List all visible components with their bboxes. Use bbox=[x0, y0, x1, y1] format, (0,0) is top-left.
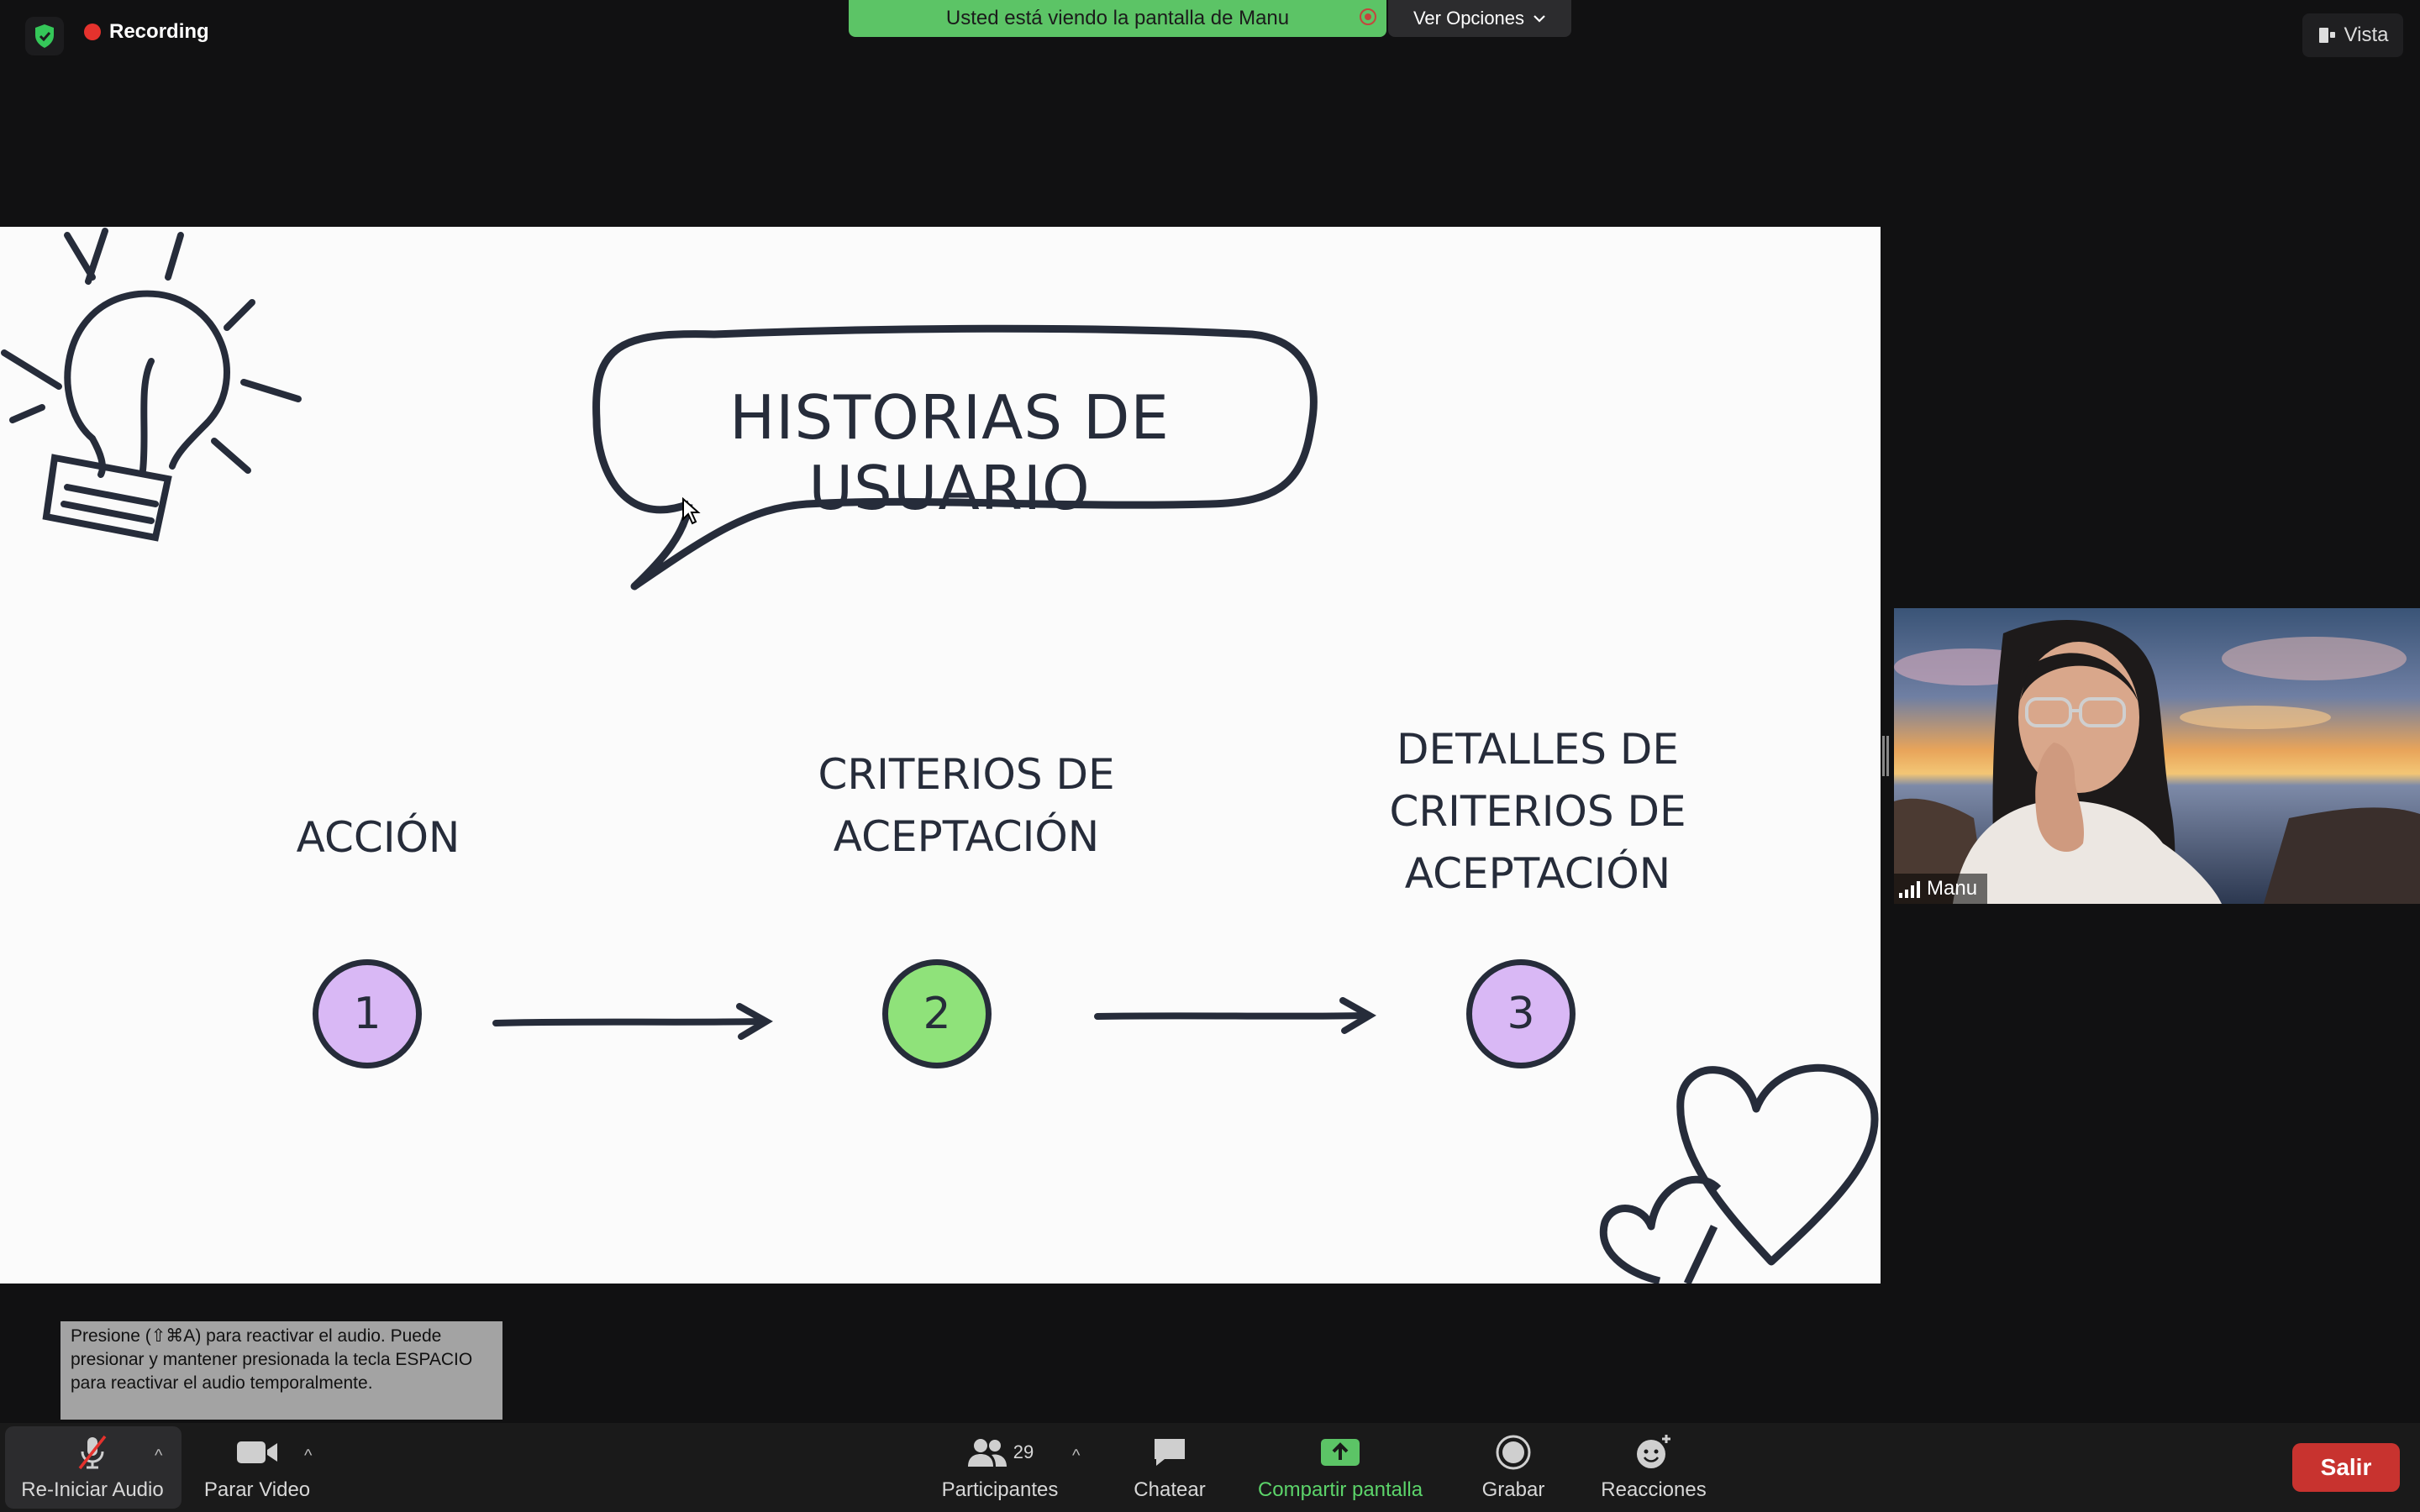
layout-view-icon bbox=[2318, 28, 2335, 43]
hearts-icon bbox=[1599, 1063, 1879, 1284]
chevron-down-icon bbox=[1534, 15, 1545, 23]
arrow-2-to-3 bbox=[1094, 997, 1376, 1034]
step-1-label: ACCIÓN bbox=[296, 813, 460, 862]
stop-indicator-icon[interactable] bbox=[1360, 8, 1376, 25]
share-screen-button[interactable]: Compartir pantalla bbox=[1244, 1423, 1437, 1512]
record-icon bbox=[1495, 1433, 1532, 1472]
step-2-number: 2 bbox=[882, 959, 992, 1068]
view-options-label: Ver Opciones bbox=[1413, 8, 1525, 29]
record-label: Grabar bbox=[1481, 1478, 1545, 1501]
unmute-hint-tooltip: Presione (⇧⌘A) para reactivar el audio. … bbox=[60, 1321, 502, 1420]
video-options-caret-icon[interactable]: ^ bbox=[304, 1446, 312, 1466]
participant-video-feed bbox=[1894, 608, 2420, 904]
video-camera-icon bbox=[235, 1433, 279, 1472]
stop-video-button[interactable]: Parar Video bbox=[188, 1423, 326, 1512]
audio-options-caret-icon[interactable]: ^ bbox=[155, 1446, 162, 1466]
mouse-cursor-icon bbox=[682, 497, 701, 525]
security-shield-icon[interactable] bbox=[25, 17, 64, 55]
reactions-button[interactable]: Reacciones bbox=[1588, 1423, 1719, 1512]
video-label: Parar Video bbox=[203, 1478, 311, 1501]
meeting-toolbar: Re-Iniciar Audio ^ Parar Video ^ 29 Part… bbox=[0, 1423, 2420, 1512]
share-screen-icon bbox=[1319, 1433, 1361, 1472]
leave-meeting-button[interactable]: Salir bbox=[2292, 1443, 2400, 1492]
step-2-label: CRITERIOS DE ACEPTACIÓN bbox=[818, 750, 1115, 861]
participants-options-caret-icon[interactable]: ^ bbox=[1072, 1446, 1080, 1466]
share-screen-label: Compartir pantalla bbox=[1257, 1478, 1423, 1501]
participants-label: Participantes bbox=[941, 1478, 1059, 1501]
step-3-label: DETALLES DE CRITERIOS DE ACEPTACIÓN bbox=[1389, 725, 1686, 898]
chat-bubble-icon bbox=[1151, 1433, 1188, 1472]
smiley-plus-icon bbox=[1634, 1433, 1673, 1472]
participant-name-tag: Manu bbox=[1894, 874, 1988, 904]
audio-label: Re-Iniciar Audio bbox=[21, 1478, 164, 1501]
step-1-number: 1 bbox=[313, 959, 422, 1068]
view-button[interactable]: Vista bbox=[2302, 13, 2403, 57]
shield-icon bbox=[35, 24, 54, 48]
participants-button[interactable]: 29 Participantes bbox=[928, 1423, 1072, 1512]
share-banner-text: Usted está viendo la pantalla de Manu bbox=[945, 7, 1290, 29]
unmute-audio-button[interactable]: Re-Iniciar Audio bbox=[12, 1423, 173, 1512]
chat-label: Chatear bbox=[1134, 1478, 1206, 1501]
chat-button[interactable]: Chatear bbox=[1119, 1423, 1220, 1512]
panel-resize-handle[interactable] bbox=[1882, 736, 1889, 776]
arrow-1-to-2 bbox=[492, 1003, 773, 1040]
recording-dot-icon bbox=[84, 24, 101, 40]
participant-name: Manu bbox=[1927, 877, 1978, 900]
shared-screen-slide: HISTORIAS DE USUARIO ACCIÓN CRITERIOS DE… bbox=[0, 227, 1881, 1284]
participants-icon bbox=[967, 1439, 1007, 1467]
reactions-label: Reacciones bbox=[1601, 1478, 1707, 1501]
screen-share-banner: Usted está viendo la pantalla de Manu bbox=[849, 0, 1386, 37]
recording-label: Recording bbox=[109, 20, 209, 43]
muted-microphone-icon bbox=[73, 1433, 112, 1472]
participants-count: 29 bbox=[1013, 1441, 1034, 1462]
signal-strength-icon bbox=[1899, 879, 1920, 898]
record-button[interactable]: Grabar bbox=[1462, 1423, 1565, 1512]
step-3-number: 3 bbox=[1466, 959, 1576, 1068]
lightbulb-icon bbox=[1, 228, 302, 542]
recording-indicator[interactable]: Recording bbox=[84, 20, 209, 44]
view-options-button[interactable]: Ver Opciones bbox=[1388, 0, 1571, 37]
participant-video-tile[interactable]: Manu bbox=[1894, 608, 2420, 904]
slide-title: HISTORIAS DE USUARIO bbox=[729, 382, 1170, 523]
view-label: Vista bbox=[2344, 24, 2389, 46]
